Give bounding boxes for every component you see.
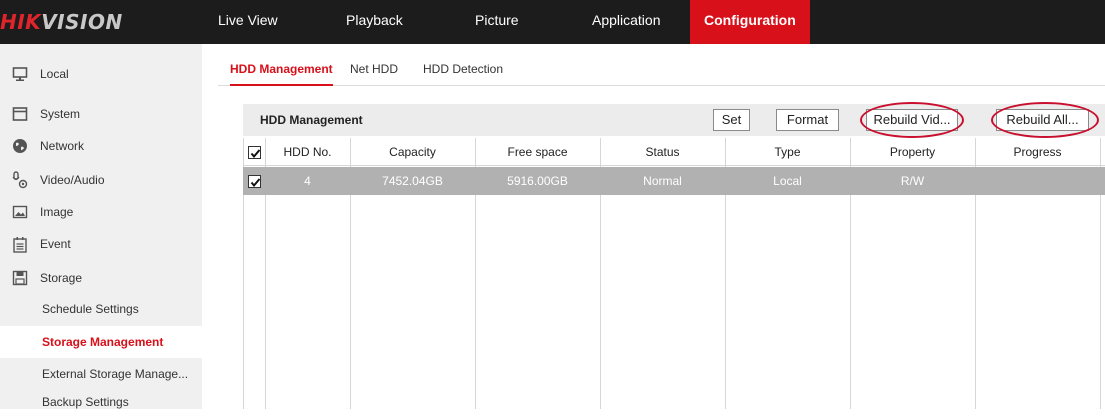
sidebar-item-label: System (40, 107, 81, 121)
sidebar: Local System Network Video/Audio Image E… (0, 44, 202, 409)
hdd-table: HDD No. Capacity Free space Status Type … (243, 138, 1105, 409)
sidebar-item-network[interactable]: Network (0, 130, 202, 162)
hikvision-logo: HIKVISION (0, 10, 123, 34)
panel-title: HDD Management (260, 113, 363, 127)
monitor-icon (0, 66, 40, 82)
nav-configuration[interactable]: Configuration (690, 0, 810, 44)
sidebar-item-label: Local (40, 67, 69, 81)
top-navigation-bar: HIKVISION Live View Playback Picture App… (0, 0, 1105, 44)
cell-capacity: 7452.04GB (382, 174, 443, 188)
tab-bar: HDD Management Net HDD HDD Detection (218, 60, 1105, 86)
table-header-row: HDD No. Capacity Free space Status Type … (243, 138, 1105, 166)
sidebar-item-label: Storage (40, 271, 83, 285)
floppy-disk-icon (0, 270, 40, 286)
image-icon (0, 204, 40, 220)
column-header-type: Type (774, 145, 801, 159)
column-header-free-space: Free space (507, 145, 568, 159)
column-header-property: Property (889, 145, 936, 159)
microphone-camera-icon (0, 171, 40, 189)
nav-live-view[interactable]: Live View (218, 0, 278, 44)
rebuild-video-button[interactable]: Rebuild Vid... (866, 109, 958, 131)
nav-playback[interactable]: Playback (346, 0, 403, 44)
sidebar-subitem-storage-management[interactable]: Storage Management (0, 326, 202, 358)
sidebar-item-label: Image (40, 205, 74, 219)
sidebar-item-event[interactable]: Event (0, 228, 202, 260)
cell-progress (975, 167, 1100, 195)
nav-picture[interactable]: Picture (475, 0, 519, 44)
cell-status: Normal (643, 174, 682, 188)
sidebar-item-label: Video/Audio (40, 173, 105, 187)
column-header-status: Status (645, 145, 680, 159)
cell-property: R/W (900, 174, 925, 188)
sidebar-subitem-schedule-settings[interactable]: Schedule Settings (0, 293, 202, 325)
column-header-hdd-no: HDD No. (283, 145, 332, 159)
select-all-checkbox[interactable] (248, 146, 261, 159)
set-button[interactable]: Set (713, 109, 750, 131)
cell-free-space: 5916.00GB (507, 174, 568, 188)
column-header-capacity: Capacity (389, 145, 436, 159)
nav-application[interactable]: Application (592, 0, 661, 44)
sidebar-item-system[interactable]: System (0, 98, 202, 130)
globe-icon (0, 138, 40, 154)
tab-net-hdd[interactable]: Net HDD (350, 60, 398, 86)
column-header-progress: Progress (1013, 145, 1062, 159)
row-checkbox[interactable] (248, 175, 261, 188)
cell-hdd-no: 4 (304, 174, 311, 188)
cell-type: Local (773, 174, 802, 188)
checkmark-icon (250, 149, 261, 159)
calendar-icon (0, 236, 40, 253)
table-row[interactable]: 4 7452.04GB 5916.00GB Normal Local R/W (243, 167, 1105, 195)
rebuild-all-button[interactable]: Rebuild All... (996, 109, 1089, 131)
sidebar-item-label: Event (40, 237, 71, 251)
sidebar-item-storage[interactable]: Storage (0, 262, 202, 294)
tab-hdd-detection[interactable]: HDD Detection (423, 60, 503, 86)
sidebar-item-image[interactable]: Image (0, 196, 202, 228)
sidebar-item-local[interactable]: Local (0, 58, 202, 90)
hdd-management-panel-header: HDD Management Set Format Rebuild Vid...… (243, 104, 1105, 136)
checkmark-icon (250, 178, 261, 188)
window-icon (0, 106, 40, 122)
sidebar-item-video-audio[interactable]: Video/Audio (0, 164, 202, 196)
format-button[interactable]: Format (776, 109, 839, 131)
sidebar-item-label: Network (40, 139, 85, 153)
tab-hdd-management[interactable]: HDD Management (230, 60, 333, 86)
sidebar-subitem-backup-settings[interactable]: Backup Settings (0, 386, 202, 418)
